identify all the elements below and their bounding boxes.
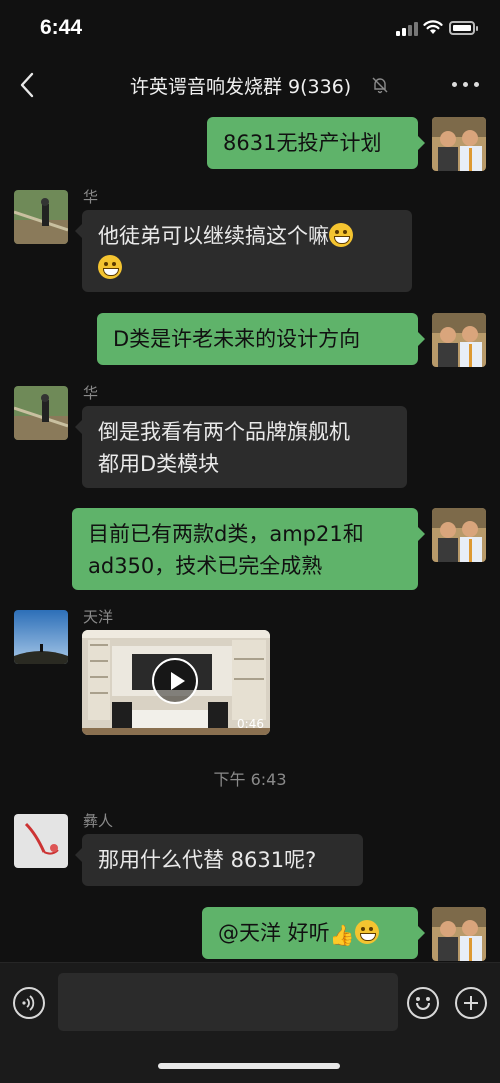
add-attachment-icon[interactable] [455,987,487,1019]
wifi-icon [423,20,443,34]
sender-avatar-hua[interactable] [14,190,68,244]
my-avatar[interactable] [432,313,486,367]
message-input-bar [0,962,500,1083]
message-text: 8631无投产计划 [223,131,382,155]
timestamp-divider: 下午 6:43 [213,770,287,789]
bubble-tail [418,926,425,940]
message-text: @天洋 好听 [218,921,330,945]
message-bubble-outgoing[interactable]: D类是许老未来的设计方向 [97,313,418,365]
back-arrow-icon[interactable] [14,70,44,100]
message-text: 那用什么代替 8631呢? [98,848,317,872]
bubble-tail [75,224,82,238]
play-icon[interactable] [152,658,198,704]
bubble-tail [418,527,425,541]
sender-name: 华 [83,188,99,206]
message-bubble-incoming[interactable]: 那用什么代替 8631呢? [82,834,363,886]
message-bubble-outgoing[interactable]: @天洋 好听👍 [202,907,418,959]
video-message[interactable]: 0:46 [82,630,270,735]
chat-header: 许英谔音响发烧群 9(336) [0,60,500,110]
sender-name: 天洋 [83,608,114,626]
message-text-line: 倒是我看有两个品牌旗舰机 [98,420,350,444]
bubble-tail [75,420,82,434]
muted-bell-icon [372,77,388,94]
message-text: 他徒弟可以继续搞这个嘛 [98,224,329,248]
message-bubble-incoming[interactable]: 他徒弟可以继续搞这个嘛 [82,210,412,292]
status-bar: 6:44 [0,0,500,60]
message-text: D类是许老未来的设计方向 [113,327,361,351]
bubble-tail [418,332,425,346]
message-text-line: 目前已有两款d类，amp21和 [88,522,364,546]
grinning-face-emoji [98,255,122,279]
sender-avatar-yiren[interactable] [14,814,68,868]
sender-avatar-tianyang[interactable] [14,610,68,664]
message-text-line: 都用D类模块 [98,452,220,476]
sender-avatar-hua[interactable] [14,386,68,440]
sender-name: 彝人 [83,812,114,830]
group-chat-title: 许英谔音响发烧群 9(336) [130,76,352,98]
message-bubble-incoming[interactable]: 倒是我看有两个品牌旗舰机 都用D类模块 [82,406,407,488]
home-indicator [158,1063,340,1069]
hugging-face-emoji [354,920,379,944]
cellular-signal-icon [396,22,418,36]
status-time: 6:44 [40,16,83,39]
sender-name: 华 [83,384,99,402]
grinning-face-emoji [329,223,353,247]
message-bubble-outgoing[interactable]: 8631无投产计划 [207,117,418,169]
bubble-tail [75,848,82,862]
voice-input-icon[interactable] [13,987,45,1019]
message-bubble-outgoing[interactable]: 目前已有两款d类，amp21和 ad350，技术已完全成熟 [72,508,418,590]
bubble-tail [418,136,425,150]
my-avatar[interactable] [432,117,486,171]
video-duration: 0:46 [237,717,264,731]
my-avatar[interactable] [432,907,486,961]
message-text-line: ad350，技术已完全成熟 [88,554,323,578]
thumbs-up-emoji: 👍 [329,923,355,947]
message-text-input[interactable] [58,973,398,1031]
battery-icon [449,21,478,35]
emoji-picker-icon[interactable] [407,987,439,1019]
more-options-icon[interactable] [452,82,480,90]
my-avatar[interactable] [432,508,486,562]
